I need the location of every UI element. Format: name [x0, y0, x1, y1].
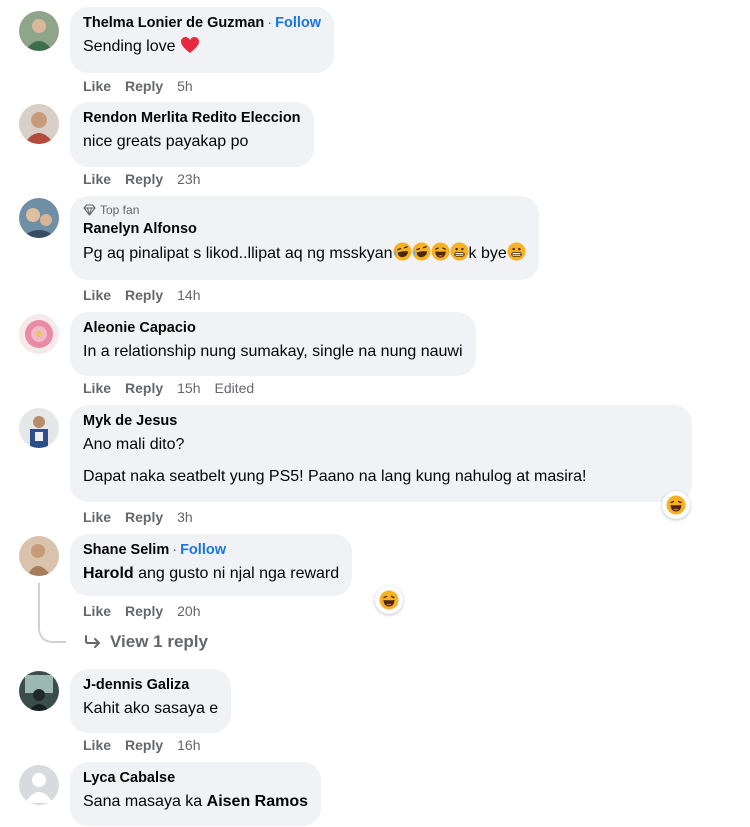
reply-button[interactable]: Reply	[125, 171, 163, 187]
avatar[interactable]	[19, 104, 59, 144]
like-button[interactable]: Like	[83, 603, 111, 619]
separator-dot: ·	[267, 15, 273, 31]
reply-button[interactable]: Reply	[125, 509, 163, 525]
reply-button[interactable]: Reply	[125, 737, 163, 753]
comment-text: Kahit ako sasaya e	[83, 700, 219, 717]
mention-link[interactable]: Harold	[83, 565, 134, 582]
reply-button[interactable]: Reply	[125, 603, 163, 619]
follow-button[interactable]: Follow	[180, 542, 226, 558]
view-replies-label: View 1 reply	[110, 632, 208, 651]
edited-label[interactable]: Edited	[215, 380, 255, 396]
comment-actions: Like Reply 20h	[83, 603, 201, 619]
comment-author[interactable]: Shane Selim	[83, 542, 169, 558]
like-button[interactable]: Like	[83, 380, 111, 396]
timestamp[interactable]: 16h	[177, 737, 200, 753]
like-button[interactable]: Like	[83, 287, 111, 303]
comment-author[interactable]: Ranelyn Alfonso	[83, 221, 197, 237]
haha-reaction-icon	[379, 590, 399, 610]
comment-bubble: Aleonie Capacio In a relationship nung s…	[70, 312, 476, 376]
comment-bubble: Top fan Ranelyn Alfonso Pg aq pinalipat …	[70, 196, 539, 280]
timestamp[interactable]: 3h	[177, 509, 193, 525]
haha-reaction-icon	[666, 495, 686, 515]
comment-text-suffix: k bye	[468, 245, 507, 262]
reply-arrow-icon	[85, 635, 100, 648]
timestamp[interactable]: 20h	[177, 603, 200, 619]
comment-actions: Like Reply 3h	[83, 509, 193, 525]
diamond-icon	[83, 204, 96, 216]
grinning-emoji-icon	[431, 242, 450, 261]
comment-text: Sana masaya ka	[83, 793, 203, 810]
comment-author[interactable]: Rendon Merlita Redito Eleccion	[83, 110, 301, 126]
top-fan-label: Top fan	[100, 203, 140, 217]
comment-author[interactable]: Aleonie Capacio	[83, 320, 196, 336]
comment-actions: Like Reply 5h	[83, 78, 193, 94]
rofl-emoji-icon	[393, 242, 412, 261]
comment-actions: Like Reply 23h	[83, 171, 201, 187]
comment-bubble: Lyca Cabalse Sana masaya ka Aisen Ramos	[70, 762, 322, 826]
comment-text: nice greats payakap po	[83, 133, 249, 150]
rofl-emoji-icon	[412, 242, 431, 261]
timestamp[interactable]: 15h	[177, 380, 200, 396]
separator-dot: ·	[172, 542, 178, 558]
avatar[interactable]	[19, 765, 59, 805]
red-heart-icon	[180, 37, 199, 53]
comment-author[interactable]: Lyca Cabalse	[83, 770, 175, 786]
timestamp[interactable]: 5h	[177, 78, 193, 94]
reply-thread-line	[38, 583, 66, 643]
comment-text: ang gusto ni njal nga reward	[138, 565, 340, 582]
like-button[interactable]: Like	[83, 509, 111, 525]
comment-author[interactable]: J-dennis Galiza	[83, 677, 189, 693]
comment-text: Ano mali dito?	[83, 436, 185, 453]
default-avatar-icon	[19, 765, 59, 805]
grimacing-emoji-icon	[450, 242, 469, 261]
grimacing-emoji-icon	[507, 242, 526, 261]
mention-link[interactable]: Aisen Ramos	[207, 793, 308, 810]
comment-bubble: Rendon Merlita Redito Eleccion nice grea…	[70, 102, 314, 167]
comment-text: Sending love	[83, 38, 176, 55]
reply-button[interactable]: Reply	[125, 78, 163, 94]
comment-text: Pg aq pinalipat s likod..llipat aq ng ms…	[83, 245, 393, 262]
comment-bubble: Thelma Lonier de Guzman · Follow Sending l…	[70, 7, 335, 73]
like-button[interactable]: Like	[83, 737, 111, 753]
like-button[interactable]: Like	[83, 171, 111, 187]
comment-bubble: J-dennis Galiza Kahit ako sasaya e	[70, 669, 232, 733]
avatar[interactable]	[19, 671, 59, 711]
reaction-badge[interactable]	[662, 491, 690, 519]
timestamp[interactable]: 14h	[177, 287, 200, 303]
comment-bubble: Shane Selim · Follow Harold ang gusto ni n…	[70, 534, 353, 596]
avatar[interactable]	[19, 11, 59, 51]
comment-actions: Like Reply 15h Edited	[83, 380, 254, 396]
reply-button[interactable]: Reply	[125, 287, 163, 303]
top-fan-badge: Top fan	[83, 203, 526, 217]
follow-button[interactable]: Follow	[275, 15, 321, 31]
comment-text-paragraph: Dapat naka seatbelt yung PS5! Paano na l…	[83, 468, 587, 485]
comment-text: In a relationship nung sumakay, single n…	[83, 343, 463, 360]
comment-bubble: Myk de Jesus Ano mali dito? Dapat naka s…	[70, 405, 692, 502]
view-replies-button[interactable]: View 1 reply	[84, 632, 208, 652]
avatar[interactable]	[19, 314, 59, 354]
comment-author[interactable]: Thelma Lonier de Guzman	[83, 15, 264, 31]
comment-author[interactable]: Myk de Jesus	[83, 413, 177, 429]
avatar[interactable]	[19, 408, 59, 448]
avatar[interactable]	[19, 536, 59, 576]
avatar[interactable]	[19, 198, 59, 238]
comment-actions: Like Reply 16h	[83, 737, 201, 753]
like-button[interactable]: Like	[83, 78, 111, 94]
timestamp[interactable]: 23h	[177, 171, 200, 187]
reaction-badge[interactable]	[375, 586, 403, 614]
comment-actions: Like Reply 14h	[83, 287, 201, 303]
reply-button[interactable]: Reply	[125, 380, 163, 396]
